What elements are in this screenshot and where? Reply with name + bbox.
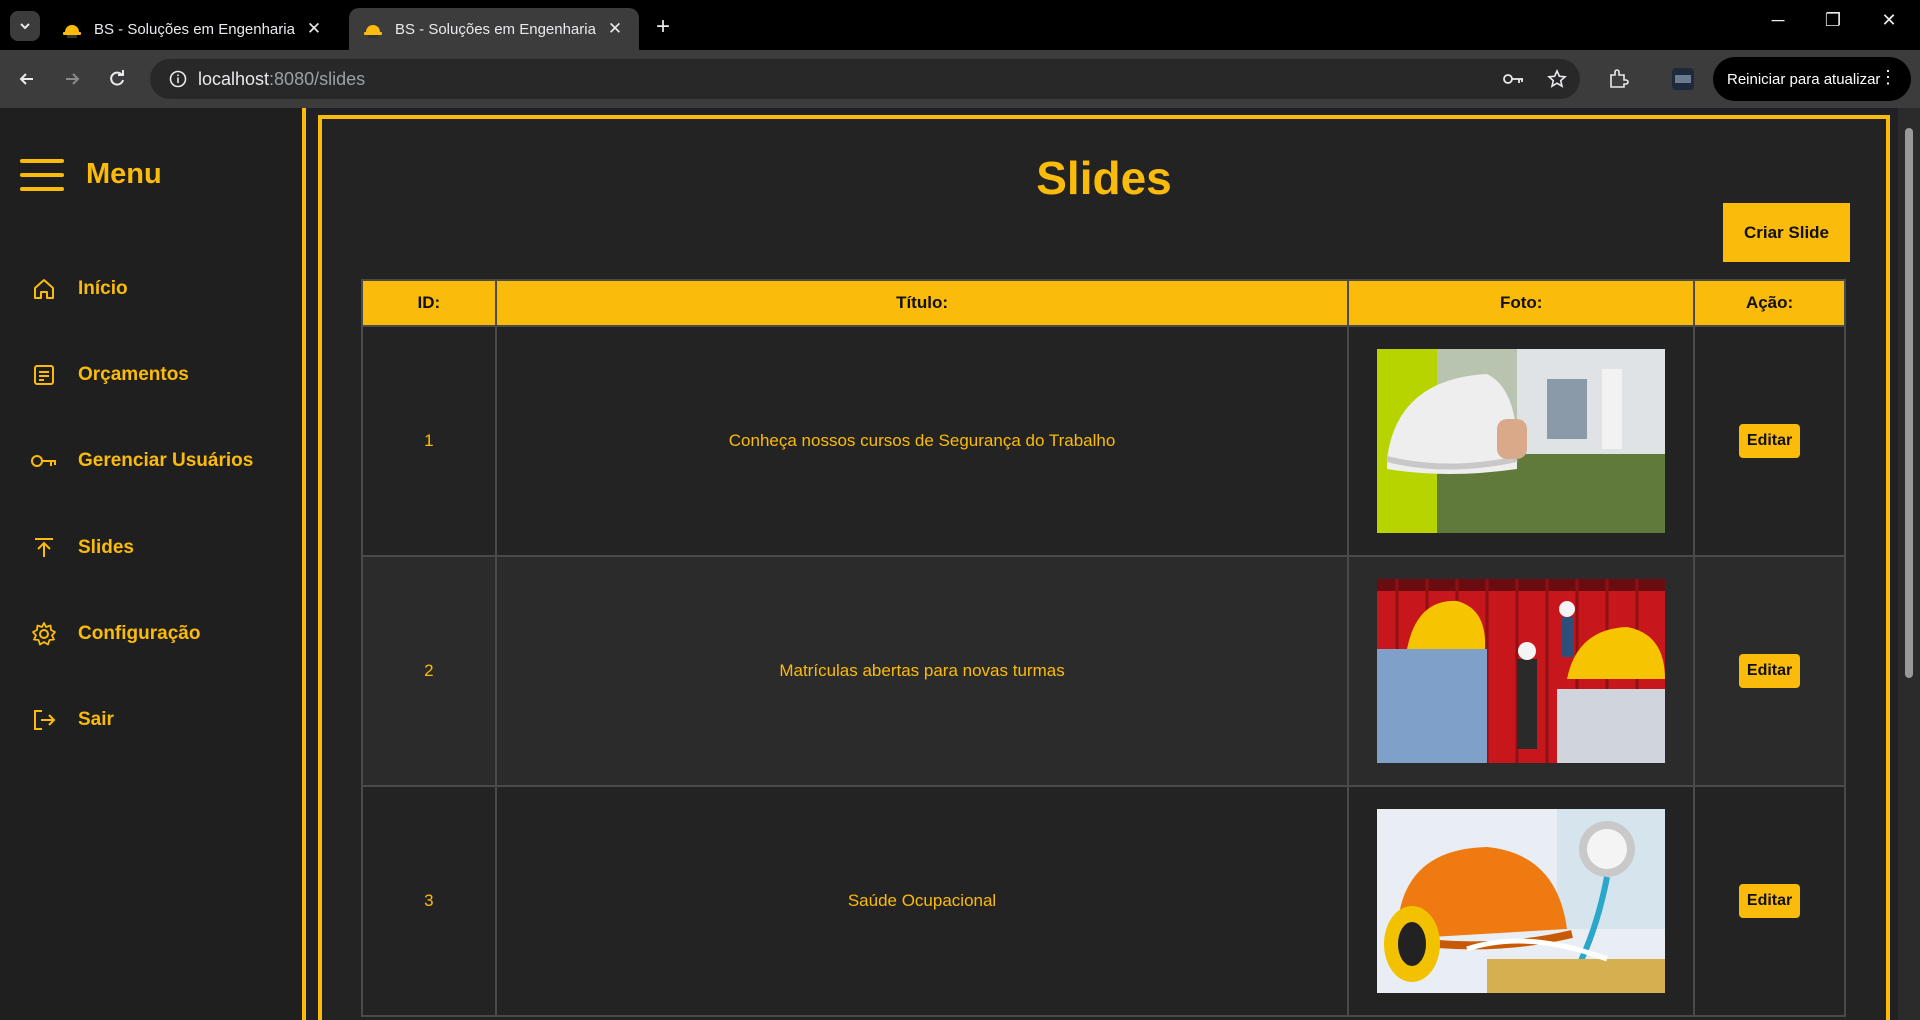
cell-title: Conheça nossos cursos de Segurança do Tr… bbox=[494, 325, 1350, 557]
tab-title: BS - Soluções em Engenharia e bbox=[395, 20, 597, 38]
forward-button[interactable] bbox=[57, 64, 87, 94]
cell-photo bbox=[1347, 555, 1696, 787]
password-key-icon[interactable] bbox=[1502, 69, 1526, 89]
tab-title: BS - Soluções em Engenharia e bbox=[94, 20, 296, 38]
menu-header[interactable]: Menu bbox=[20, 158, 162, 191]
browser-tab-bar: BS - Soluções em Engenharia e ✕ BS - Sol… bbox=[0, 0, 1920, 50]
extensions-icon[interactable] bbox=[1603, 64, 1633, 94]
workers-training-photo bbox=[1377, 579, 1666, 763]
table-row: 2 Matrículas abertas para novas turmas E… bbox=[361, 555, 1846, 787]
sidebar-item-configuracao[interactable]: Configuração bbox=[30, 620, 200, 648]
sidebar-item-gerenciar-usuarios[interactable]: Gerenciar Usuários bbox=[30, 447, 253, 475]
cell-id: 1 bbox=[361, 325, 497, 557]
cell-title: Saúde Ocupacional bbox=[494, 785, 1350, 1017]
profile-avatar[interactable] bbox=[1668, 64, 1698, 94]
table-row: 1 Conheça nossos cursos de Segurança do … bbox=[361, 325, 1846, 557]
cell-id: 2 bbox=[361, 555, 497, 787]
cell-action: Editar bbox=[1693, 785, 1846, 1017]
sidebar-item-label: Slides bbox=[78, 537, 134, 558]
close-tab-icon[interactable]: ✕ bbox=[304, 19, 324, 39]
sidebar-item-label: Orçamentos bbox=[78, 364, 189, 385]
sidebar-item-slides[interactable]: Slides bbox=[30, 534, 134, 562]
page-title: Slides bbox=[1036, 152, 1172, 204]
browser-tab[interactable]: BS - Soluções em Engenharia e ✕ bbox=[48, 8, 338, 50]
restart-to-update-button[interactable]: Reiniciar para atualizar ⋮ bbox=[1713, 57, 1911, 101]
sidebar-item-orcamentos[interactable]: Orçamentos bbox=[30, 361, 189, 389]
cell-id: 3 bbox=[361, 785, 497, 1017]
arrow-left-icon bbox=[19, 73, 33, 85]
new-tab-button[interactable]: + bbox=[650, 13, 676, 41]
browser-tab-active[interactable]: BS - Soluções em Engenharia e ✕ bbox=[349, 8, 639, 50]
url-text: localhost:8080/slides bbox=[198, 68, 366, 89]
sidebar-item-label: Início bbox=[78, 278, 128, 299]
more-options-icon[interactable]: ⋮ bbox=[1879, 67, 1897, 88]
slides-table: ID: Título: Foto: Ação: 1 Conheça nossos… bbox=[361, 279, 1846, 1017]
restore-icon[interactable]: ❐ bbox=[1810, 10, 1856, 31]
address-bar[interactable]: localhost:8080/slides bbox=[150, 59, 1580, 99]
window-close-icon[interactable]: ✕ bbox=[1866, 10, 1912, 31]
upload-icon bbox=[30, 534, 58, 562]
logout-icon bbox=[30, 706, 58, 734]
key-icon bbox=[30, 447, 58, 475]
chevron-down-icon bbox=[20, 23, 30, 30]
column-header-photo: Foto: bbox=[1347, 279, 1696, 327]
document-icon bbox=[30, 361, 58, 389]
sidebar-item-inicio[interactable]: Início bbox=[30, 275, 128, 303]
hard-hat-favicon-icon bbox=[63, 25, 81, 38]
back-button[interactable] bbox=[12, 64, 42, 94]
menu-label: Menu bbox=[86, 158, 162, 190]
restart-label: Reiniciar para atualizar bbox=[1727, 70, 1881, 88]
scrollbar-thumb[interactable] bbox=[1905, 128, 1913, 678]
gear-icon bbox=[30, 620, 58, 648]
sidebar-item-label: Sair bbox=[78, 709, 114, 730]
site-info-icon[interactable] bbox=[158, 70, 198, 88]
minimize-icon[interactable]: ─ bbox=[1755, 10, 1801, 31]
reload-icon bbox=[110, 70, 124, 86]
sidebar-item-sair[interactable]: Sair bbox=[30, 706, 114, 734]
main-content: Slides Criar Slide ID: Título: Foto: Açã… bbox=[318, 115, 1890, 1020]
hamburger-menu-icon[interactable] bbox=[20, 158, 64, 191]
edit-button[interactable]: Editar bbox=[1738, 654, 1801, 688]
hard-hat-photo bbox=[1377, 349, 1666, 533]
sidebar: Menu Início Orçamentos Gerenciar Usuário… bbox=[0, 108, 302, 1020]
column-header-action: Ação: bbox=[1693, 279, 1846, 327]
occupational-health-photo bbox=[1377, 809, 1666, 993]
cell-title: Matrículas abertas para novas turmas bbox=[494, 555, 1350, 787]
close-tab-icon[interactable]: ✕ bbox=[605, 19, 625, 39]
tab-search-button[interactable] bbox=[10, 11, 40, 41]
table-row: 3 Saúde Ocupacional Editar bbox=[361, 785, 1846, 1017]
edit-button[interactable]: Editar bbox=[1738, 424, 1801, 458]
cell-action: Editar bbox=[1693, 325, 1846, 557]
page-scrollbar[interactable] bbox=[1898, 108, 1920, 1020]
table-header-row: ID: Título: Foto: Ação: bbox=[361, 279, 1846, 327]
sidebar-item-label: Gerenciar Usuários bbox=[78, 450, 254, 471]
column-header-id: ID: bbox=[361, 279, 497, 327]
cell-action: Editar bbox=[1693, 555, 1846, 787]
cell-photo bbox=[1347, 325, 1696, 557]
edit-button[interactable]: Editar bbox=[1738, 884, 1801, 918]
home-icon bbox=[30, 275, 58, 303]
arrow-right-icon bbox=[66, 73, 80, 85]
cell-photo bbox=[1347, 785, 1696, 1017]
hard-hat-favicon-icon bbox=[364, 25, 382, 38]
sidebar-item-label: Configuração bbox=[78, 623, 201, 644]
reload-button[interactable] bbox=[102, 64, 132, 94]
bookmark-star-icon[interactable] bbox=[1545, 69, 1569, 89]
column-header-title: Título: bbox=[494, 279, 1350, 327]
create-slide-button[interactable]: Criar Slide bbox=[1723, 203, 1850, 262]
browser-toolbar: localhost:8080/slides Reiniciar para atu… bbox=[0, 50, 1920, 108]
